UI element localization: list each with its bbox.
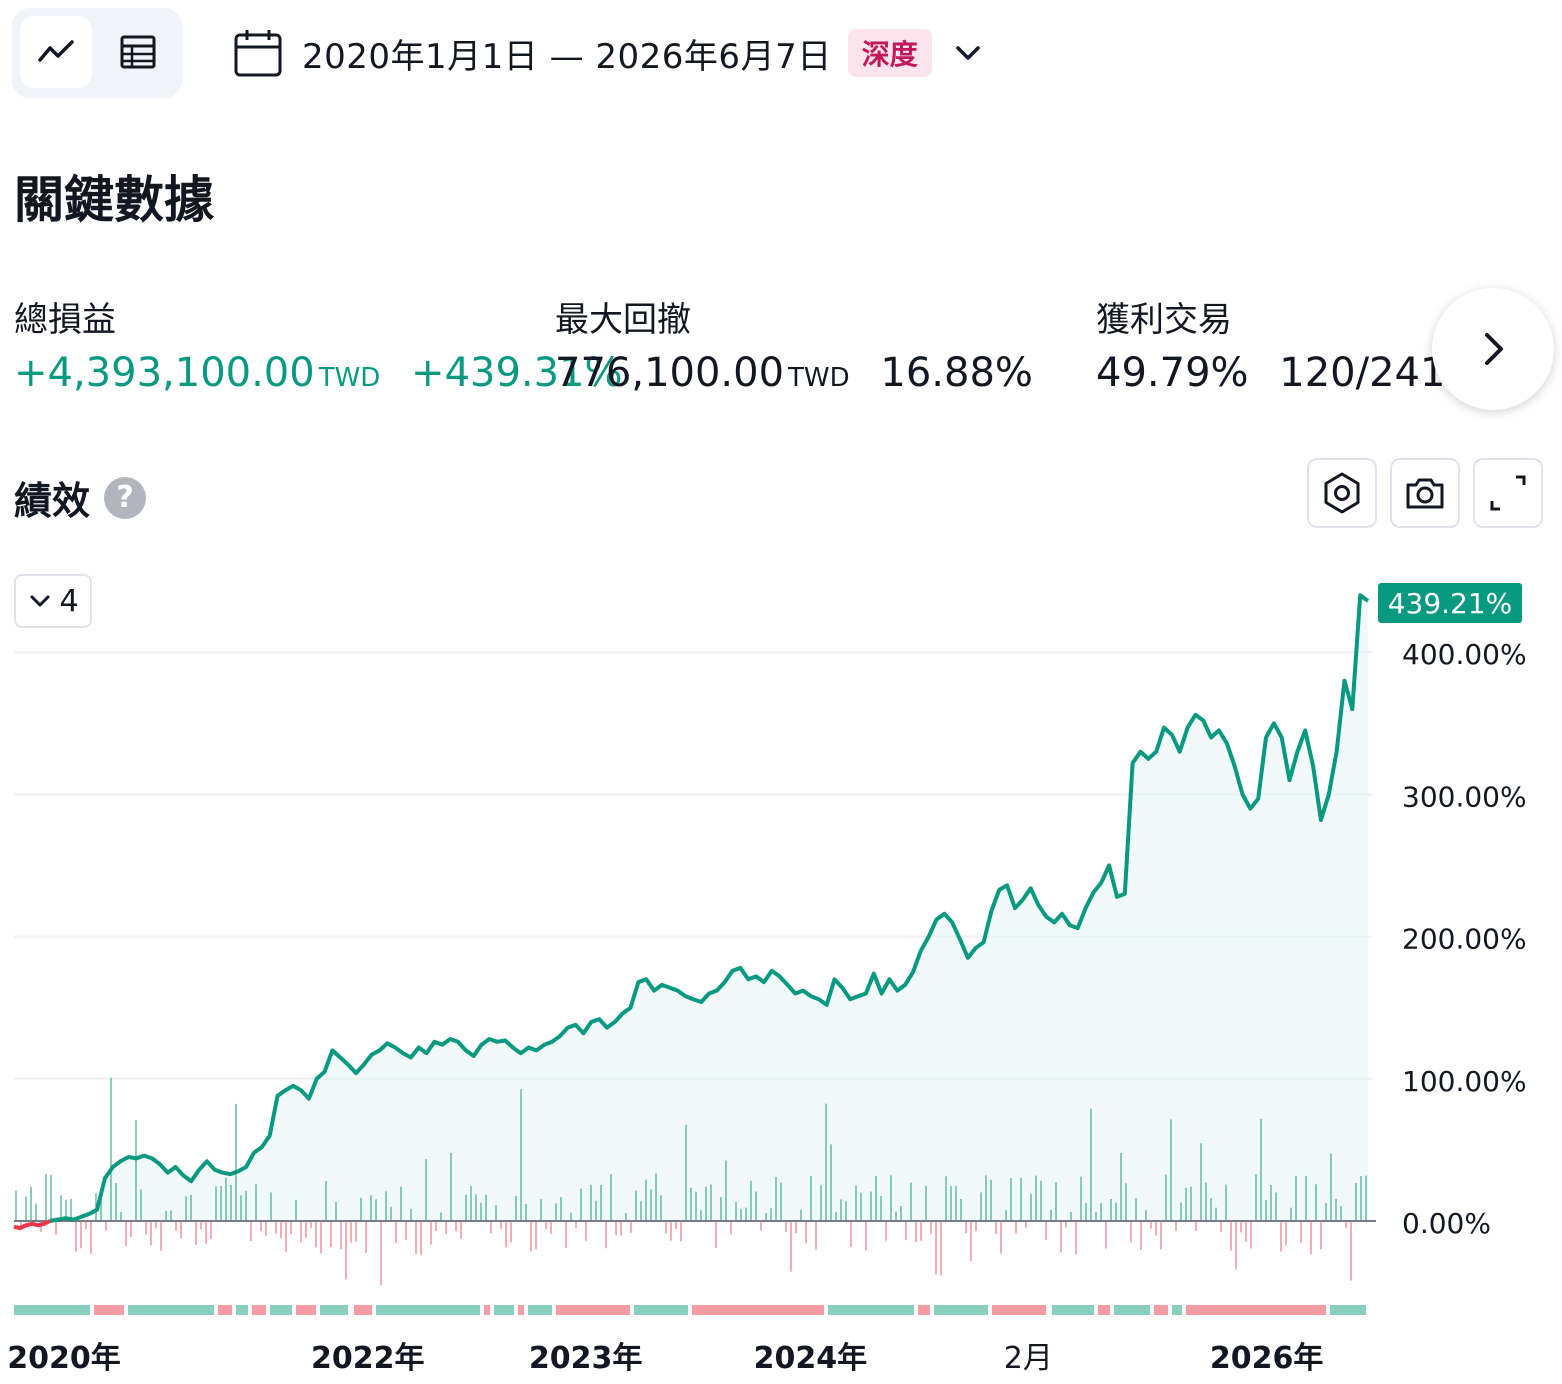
- date-range-selector[interactable]: 2020年1月1日 — 2026年6月7日 深度: [232, 22, 984, 84]
- streak-segment: [128, 1305, 214, 1315]
- profitable-trades-percent: 49.79%: [1096, 350, 1249, 396]
- net-profit-amount: +4,393,100.00: [14, 350, 315, 396]
- streak-segment: [1114, 1305, 1150, 1315]
- depth-badge: 深度: [847, 29, 932, 77]
- current-value-label: 439.21%: [1388, 587, 1513, 620]
- max-drawdown-percent: 16.88%: [880, 350, 1033, 396]
- streak-segment: [252, 1305, 266, 1315]
- streak-segment: [634, 1305, 688, 1315]
- screenshot-button[interactable]: [1390, 458, 1460, 528]
- streak-segment: [296, 1305, 316, 1315]
- table-view-button[interactable]: [102, 16, 174, 88]
- streak-segment: [376, 1305, 480, 1315]
- streak-segment: [236, 1305, 248, 1315]
- chevron-down-icon[interactable]: [952, 37, 984, 69]
- streak-segment: [218, 1305, 232, 1315]
- streak-segment: [1052, 1305, 1094, 1315]
- fullscreen-icon: [1490, 475, 1526, 511]
- x-tick-label: 2024年: [754, 1341, 868, 1376]
- streak-segment: [934, 1305, 988, 1315]
- y-tick-label: 400.00%: [1402, 638, 1527, 671]
- equity-line-loss: [13, 1219, 51, 1231]
- streak-segment: [518, 1305, 524, 1315]
- profitable-trades-ratio: 120/241: [1279, 350, 1446, 396]
- x-tick-label: 2月: [1004, 1341, 1053, 1376]
- performance-chart[interactable]: 400.00% 300.00% 200.00% 100.00% 0.00% 439.21%…: [0, 560, 1562, 1384]
- streak-segment: [1330, 1305, 1366, 1315]
- y-tick-label: 300.00%: [1402, 780, 1527, 813]
- fullscreen-button[interactable]: [1473, 458, 1543, 528]
- streak-segment: [1154, 1305, 1168, 1315]
- profitable-trades-label: 獲利交易: [1096, 300, 1232, 340]
- streak-segment: [992, 1305, 1046, 1315]
- streak-segment: [918, 1305, 930, 1315]
- streak-segment: [556, 1305, 630, 1315]
- section-title: 關鍵數據: [14, 171, 214, 229]
- x-tick-label: 2020年: [7, 1341, 121, 1376]
- streak-segment: [270, 1305, 292, 1315]
- profitable-trades-value: 49.79% 120/241: [1096, 350, 1445, 396]
- streak-segment: [1098, 1305, 1110, 1315]
- table-icon: [120, 35, 156, 69]
- settings-icon: [1324, 472, 1360, 514]
- performance-header: 績效 ?: [14, 470, 147, 525]
- net-profit-unit: TWD: [318, 363, 381, 393]
- y-tick-label: 200.00%: [1402, 923, 1527, 956]
- x-tick-label: 2022年: [311, 1341, 425, 1376]
- help-icon[interactable]: ?: [104, 476, 147, 519]
- streak-segment: [94, 1305, 124, 1315]
- y-tick-label: 100.00%: [1402, 1065, 1527, 1098]
- camera-icon: [1406, 478, 1444, 509]
- max-drawdown-label: 最大回撤: [555, 300, 691, 340]
- streak-segment: [14, 1305, 90, 1315]
- streak-segment: [354, 1305, 372, 1315]
- streak-segment: [1172, 1305, 1182, 1315]
- performance-title: 績效: [14, 479, 91, 523]
- net-profit-value: +4,393,100.00 TWD +439.31%: [14, 350, 623, 396]
- streak-segment: [528, 1305, 552, 1315]
- streak-segment: [1186, 1305, 1326, 1315]
- next-stats-button[interactable]: [1432, 288, 1554, 410]
- streak-segment: [692, 1305, 824, 1315]
- x-tick-label: 2023年: [529, 1341, 643, 1376]
- streak-segment: [494, 1305, 514, 1315]
- line-chart-icon: [38, 40, 74, 62]
- x-tick-label: 2026年: [1210, 1341, 1324, 1376]
- streak-segment: [320, 1305, 348, 1315]
- date-range-text: 2020年1月1日 — 2026年6月7日: [302, 36, 832, 77]
- view-toggle-group: [12, 8, 182, 98]
- streak-segment: [828, 1305, 914, 1315]
- max-drawdown-amount: 776,100.00: [555, 350, 785, 396]
- streak-segment: [484, 1305, 490, 1315]
- y-tick-label: 0.00%: [1402, 1207, 1491, 1240]
- calendar-icon: [234, 30, 282, 77]
- net-profit-label: 總損益: [14, 300, 116, 340]
- chart-view-button[interactable]: [20, 16, 92, 88]
- chevron-right-icon: [1485, 333, 1503, 365]
- chart-settings-button[interactable]: [1307, 458, 1377, 528]
- max-drawdown-value: 776,100.00 TWD 16.88%: [555, 350, 1033, 396]
- max-drawdown-unit: TWD: [788, 363, 850, 393]
